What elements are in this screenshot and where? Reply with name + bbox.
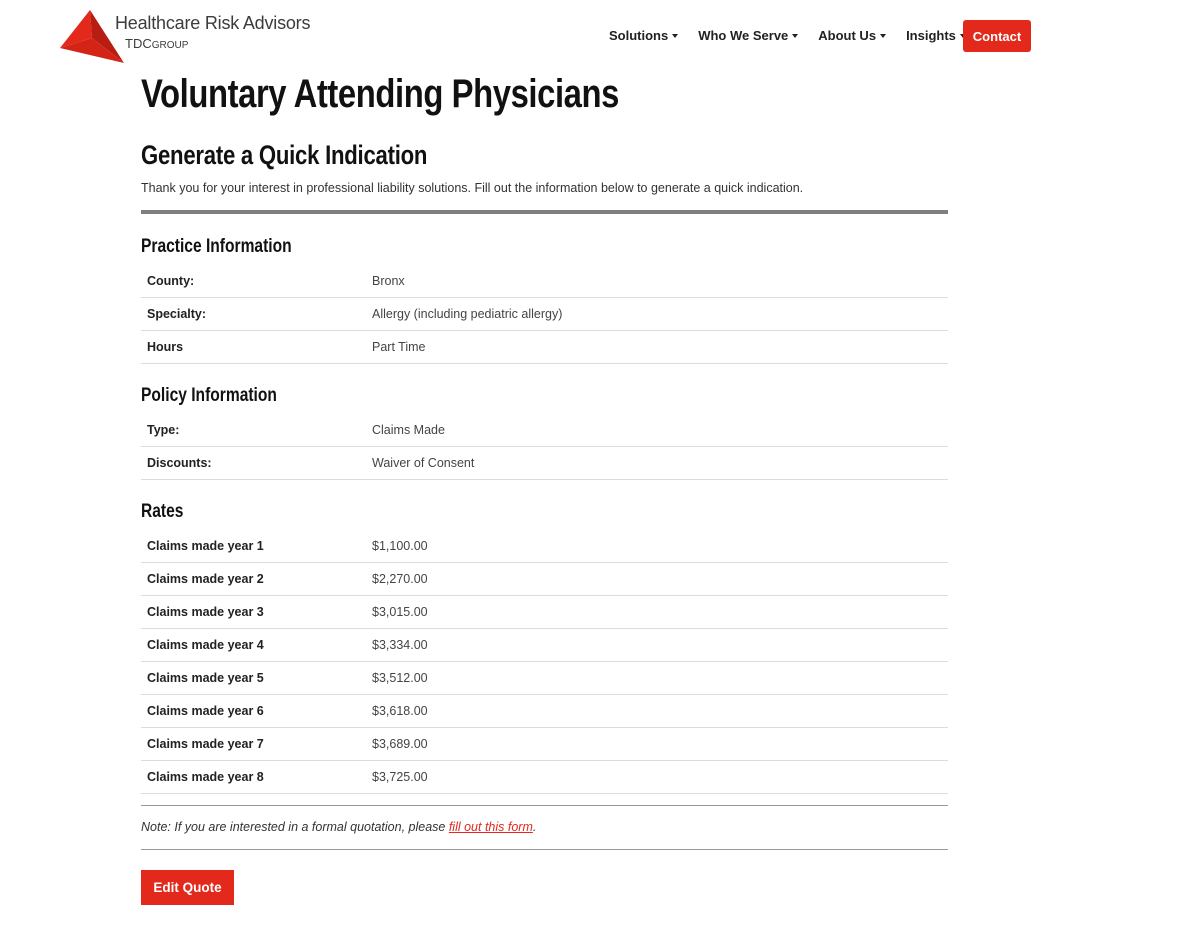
- table-row: County: Bronx: [141, 265, 948, 298]
- table-row: Claims made year 3 $3,015.00: [141, 596, 948, 629]
- nav-who-we-serve[interactable]: Who We Serve: [698, 28, 799, 43]
- main-nav: Solutions Who We Serve About Us Insights: [609, 28, 986, 43]
- policy-table: Type: Claims Made Discounts: Waiver of Con…: [141, 414, 948, 480]
- edit-quote-button[interactable]: Edit Quote: [141, 870, 234, 905]
- table-row: Hours Part Time: [141, 331, 948, 364]
- nav-insights[interactable]: Insights: [906, 28, 966, 43]
- caret-down-icon: [672, 34, 679, 38]
- logo-subtitle: TDCGROUP: [125, 36, 189, 51]
- table-row: Claims made year 1 $1,100.00: [141, 530, 948, 563]
- caret-down-icon: [880, 34, 887, 38]
- table-row: Claims made year 4 $3,334.00: [141, 629, 948, 662]
- table-row: Discounts: Waiver of Consent: [141, 447, 948, 480]
- practice-heading: Practice Information: [141, 236, 292, 257]
- caret-down-icon: [792, 34, 799, 38]
- quote-form-link[interactable]: fill out this form: [449, 820, 533, 834]
- divider: [141, 849, 948, 850]
- rates-heading: Rates: [141, 501, 184, 522]
- nav-about-us[interactable]: About Us: [818, 28, 887, 43]
- company-logo[interactable]: Healthcare Risk Advisors TDCGROUP: [58, 8, 310, 64]
- divider: [141, 210, 948, 214]
- practice-table: County: Bronx Specialty: Allergy (includin…: [141, 265, 948, 364]
- contact-button[interactable]: Contact: [963, 20, 1031, 52]
- rates-table: Claims made year 1 $1,100.00 Claims made …: [141, 530, 948, 794]
- table-row: Type: Claims Made: [141, 414, 948, 447]
- divider: [141, 805, 948, 806]
- section-subtitle: Generate a Quick Indication: [141, 140, 428, 170]
- table-row: Claims made year 5 $3,512.00: [141, 662, 948, 695]
- table-row: Claims made year 8 $3,725.00: [141, 761, 948, 794]
- intro-text: Thank you for your interest in professio…: [141, 181, 804, 195]
- policy-heading: Policy Information: [141, 385, 277, 406]
- logo-title: Healthcare Risk Advisors: [115, 13, 311, 33]
- table-row: Claims made year 2 $2,270.00: [141, 563, 948, 596]
- table-row: Specialty: Allergy (including pediatric a…: [141, 298, 948, 331]
- table-row: Claims made year 7 $3,689.00: [141, 728, 948, 761]
- page-title: Voluntary Attending Physicians: [141, 72, 619, 116]
- nav-solutions[interactable]: Solutions: [609, 28, 679, 43]
- main-content: Voluntary Attending Physicians Generate …: [141, 68, 948, 905]
- table-row: Claims made year 6 $3,618.00: [141, 695, 948, 728]
- note-text: Note: If you are interested in a formal …: [141, 820, 537, 834]
